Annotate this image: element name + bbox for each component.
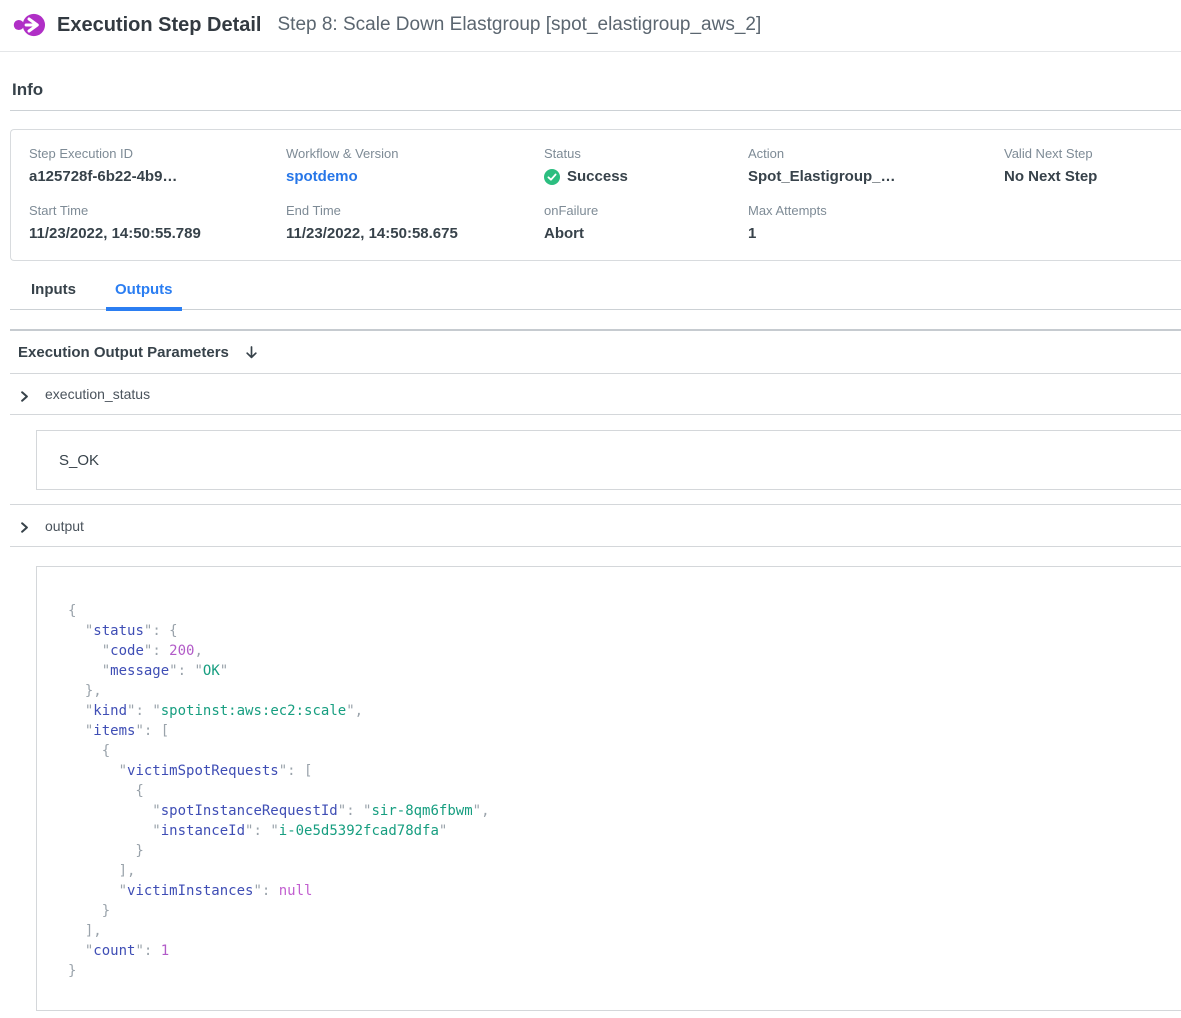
output-json-wrap: { "status": { "code": 200, "message": "O… [10,547,1181,1011]
field-valid-next-step: Valid Next Step No Next Step [1004,146,1181,185]
field-value: 1 [748,225,1004,242]
execution-status-value: S_OK [36,430,1181,490]
workflow-link[interactable]: spotdemo [286,168,544,185]
field-start-time: Start Time 11/23/2022, 14:50:55.789 [29,203,286,242]
field-value: No Next Step [1004,168,1181,185]
field-label: Start Time [29,203,286,218]
field-label: Workflow & Version [286,146,544,161]
field-value: a125728f-6b22-4b9… [29,168,286,185]
field-step-execution-id: Step Execution ID a125728f-6b22-4b9… [29,146,286,185]
page-title: Execution Step Detail [57,14,262,37]
output-json-code: { "status": { "code": 200, "message": "O… [68,601,1181,981]
field-label: onFailure [544,203,748,218]
field-max-attempts: Max Attempts 1 [748,203,1004,242]
info-card: Step Execution ID a125728f-6b22-4b9… Wor… [10,129,1181,261]
field-value: 11/23/2022, 14:50:58.675 [286,225,544,242]
chevron-right-icon[interactable] [19,520,30,531]
tab-bar: Inputs Outputs [10,277,1181,310]
tab-outputs[interactable]: Outputs [106,277,182,311]
page-subtitle: Step 8: Scale Down Elastgroup [spot_elas… [278,14,762,36]
status-badge: Success [544,168,748,185]
field-onfailure: onFailure Abort [544,203,748,242]
field-label: Max Attempts [748,203,1004,218]
field-workflow-version: Workflow & Version spotdemo [286,146,544,185]
execution-output-parameters-heading: Execution Output Parameters [10,331,1181,374]
chevron-right-icon[interactable] [19,389,30,400]
download-icon[interactable] [244,345,259,361]
spot-logo-icon [13,9,46,41]
field-label: Step Execution ID [29,146,286,161]
field-end-time: End Time 11/23/2022, 14:50:58.675 [286,203,544,242]
output-json-box: { "status": { "code": 200, "message": "O… [36,566,1181,1011]
field-label: End Time [286,203,544,218]
execution-status-value-wrap: S_OK [10,415,1181,505]
field-value: Abort [544,225,748,242]
success-check-icon [544,169,560,185]
param-name: output [45,518,84,534]
field-value: Spot_Elastigroup_… [748,168,1004,185]
status-text: Success [567,168,628,185]
param-name: execution_status [45,386,150,402]
field-label: Status [544,146,748,161]
field-label: Action [748,146,1004,161]
tab-inputs[interactable]: Inputs [22,277,85,309]
panel-heading-text: Execution Output Parameters [18,344,229,361]
page-header: Execution Step Detail Step 8: Scale Down… [0,0,1181,52]
param-row-output[interactable]: output [10,505,1181,547]
field-status: Status Success [544,146,748,185]
field-action: Action Spot_Elastigroup_… [748,146,1004,185]
param-row-execution-status[interactable]: execution_status [10,374,1181,415]
info-section-title: Info [10,52,1181,111]
field-value: 11/23/2022, 14:50:55.789 [29,225,286,242]
field-label: Valid Next Step [1004,146,1181,161]
